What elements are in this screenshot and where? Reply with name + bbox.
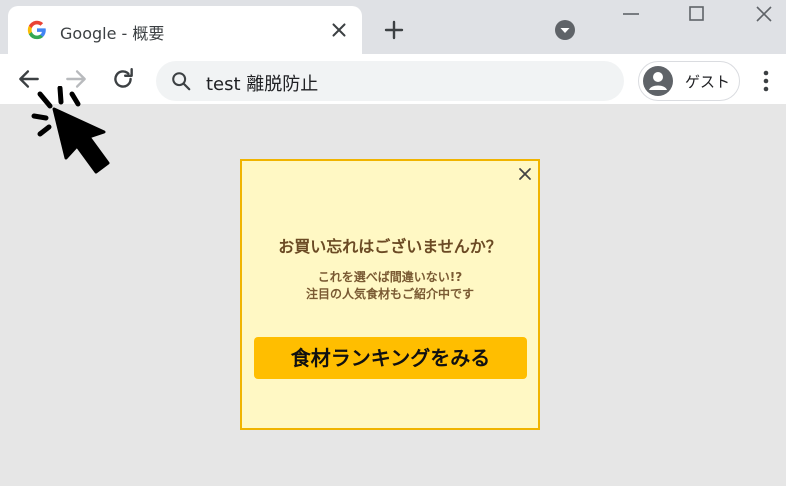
popup-title: お買い忘れはございませんか？ <box>278 237 502 256</box>
popup-text-line: これを選べば間違いない!? <box>317 270 463 284</box>
profile-label: ゲスト <box>685 73 731 91</box>
click-cursor-icon <box>31 86 110 174</box>
google-favicon-icon <box>27 20 46 40</box>
address-bar-text[interactable]: test 離脱防止 <box>206 70 318 96</box>
tab-title: Google - 概要 <box>60 24 165 43</box>
address-bar[interactable]: test 離脱防止 <box>156 61 624 101</box>
close-icon[interactable] <box>328 19 350 41</box>
popup-text-line: 注目の人気食材もご紹介中です <box>305 287 474 301</box>
new-tab-plus-icon[interactable] <box>382 18 406 42</box>
guest-avatar-icon <box>643 66 673 96</box>
kebab-menu-icon[interactable] <box>756 68 776 94</box>
tab-strip: Google - 概要 <box>0 0 786 54</box>
search-icon <box>172 72 191 91</box>
popup-description: これを選べば間違いない!? 注目の人気食材もご紹介中です <box>242 269 538 303</box>
minimize-window-icon[interactable] <box>620 6 642 24</box>
active-tab[interactable]: Google - 概要 <box>8 6 362 54</box>
tab-search-dropdown-icon[interactable] <box>554 19 576 41</box>
close-window-icon[interactable] <box>752 4 776 26</box>
ranking-cta-button[interactable]: 食材ランキングをみる <box>254 337 527 379</box>
exit-intent-popup: お買い忘れはございませんか？ これを選べば間違いない!? 注目の人気食材もご紹介… <box>240 159 540 430</box>
maximize-window-icon[interactable] <box>686 4 708 24</box>
close-icon[interactable] <box>518 167 532 181</box>
profile-button[interactable]: ゲスト <box>638 61 740 101</box>
